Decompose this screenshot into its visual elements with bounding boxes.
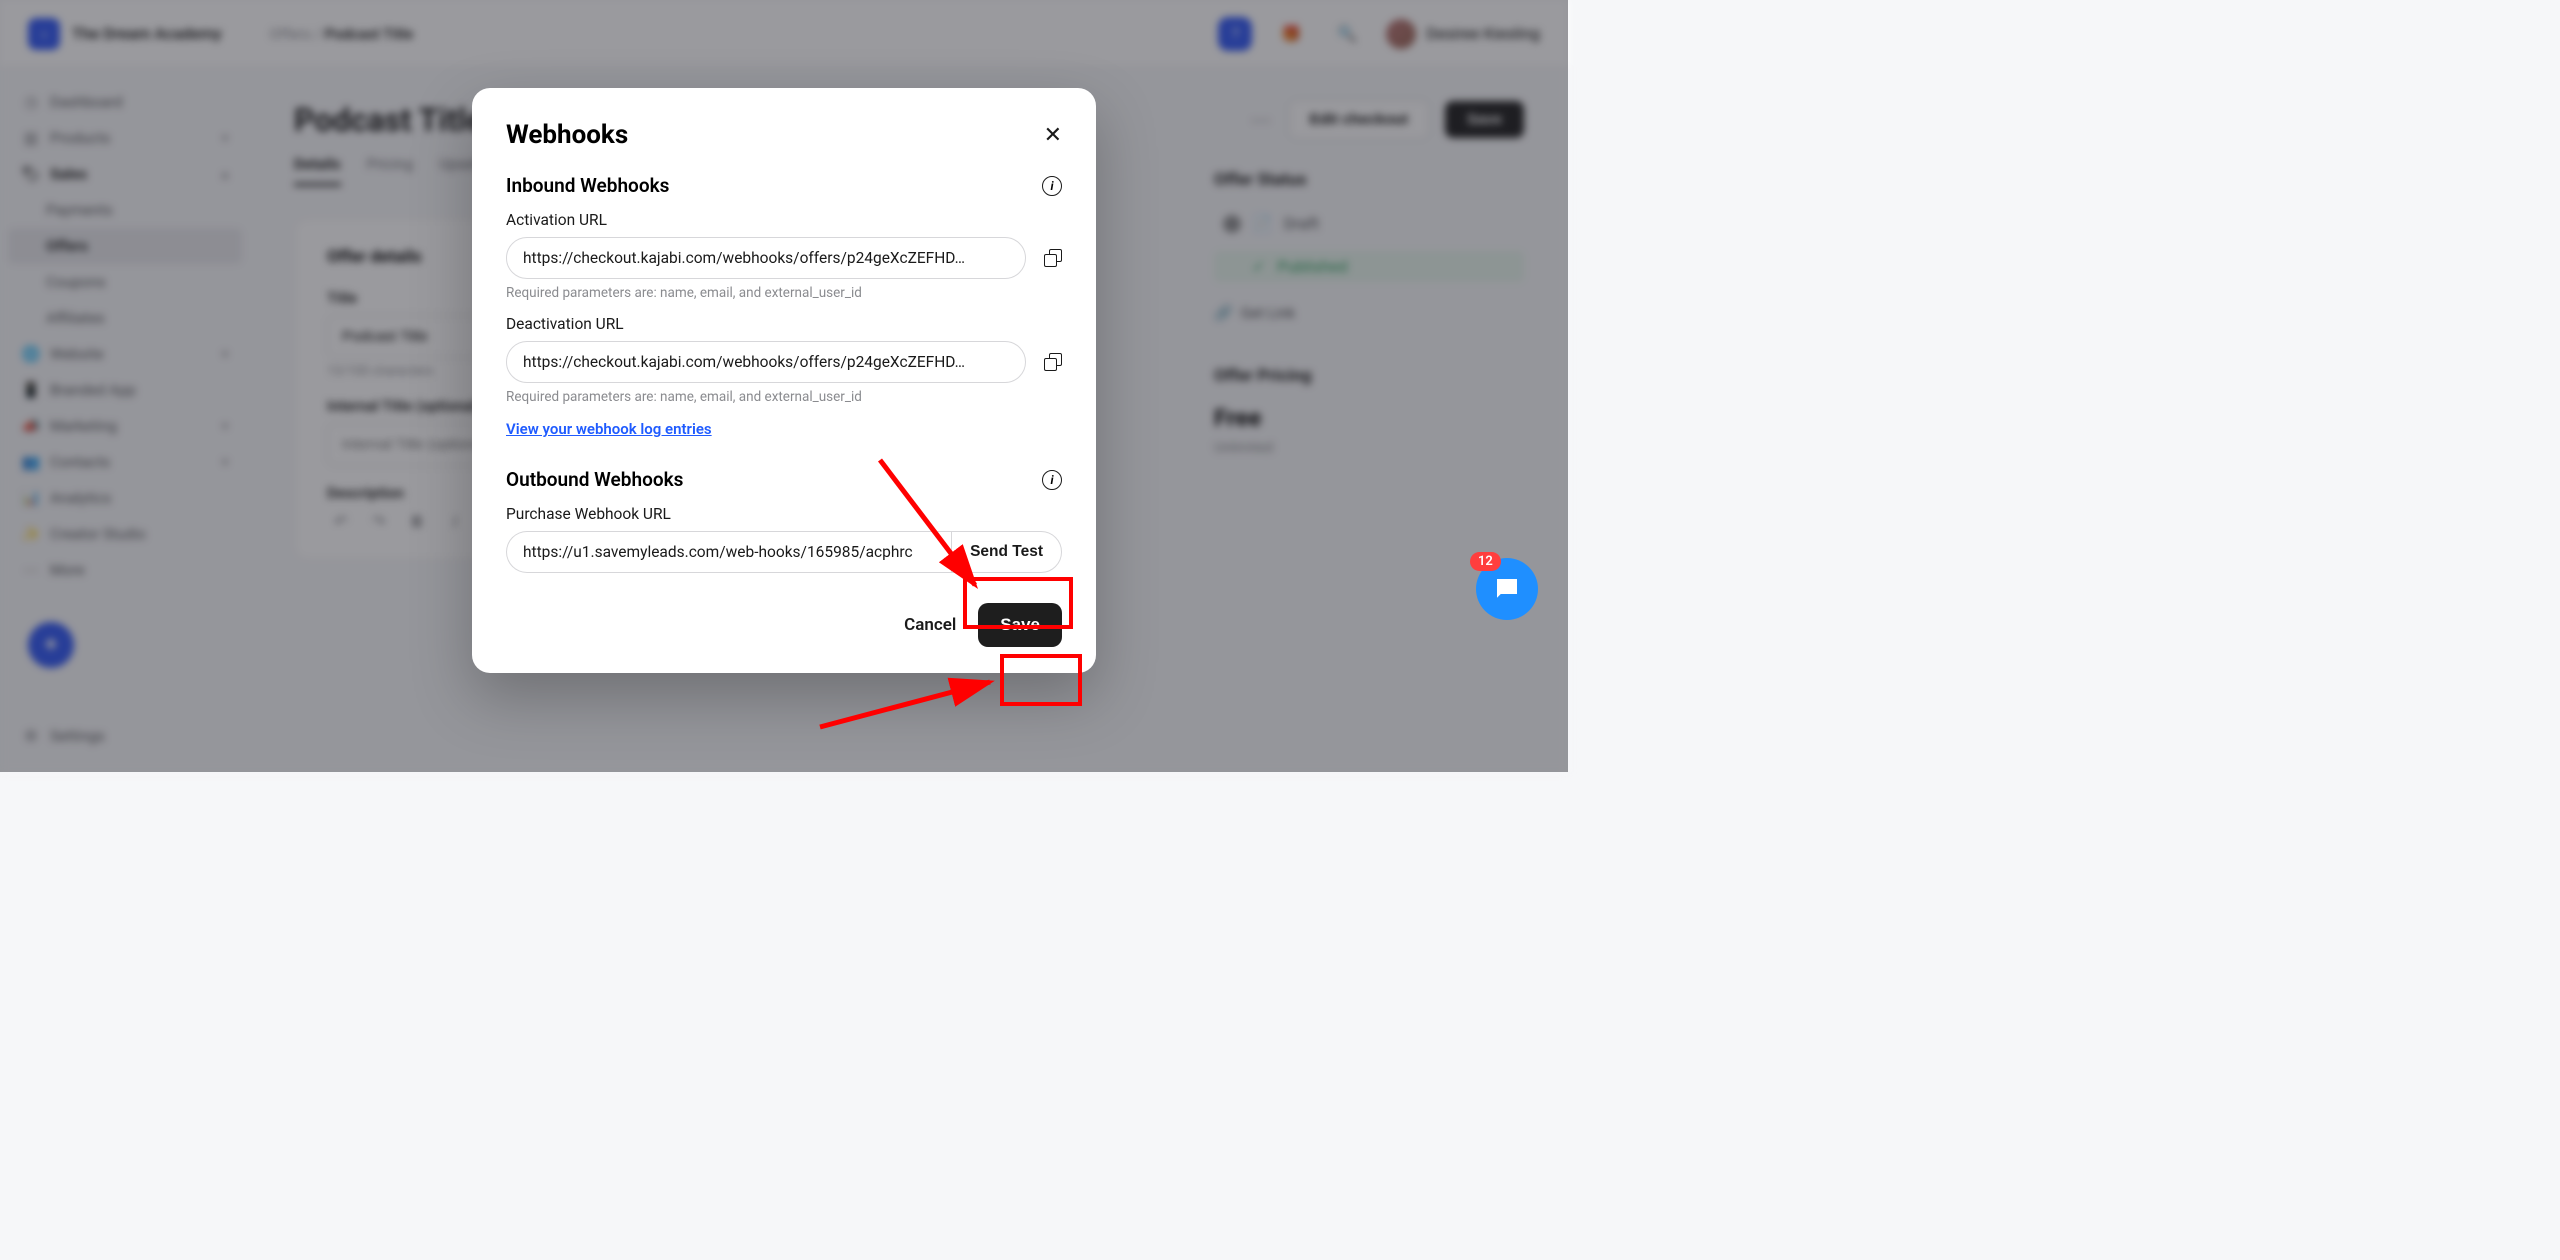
- chat-badge: 12: [1470, 552, 1501, 571]
- purchase-url-input[interactable]: https://u1.savemyleads.com/web-hooks/165…: [506, 531, 951, 573]
- params-hint: Required parameters are: name, email, an…: [506, 285, 1062, 301]
- send-test-button[interactable]: Send Test: [951, 531, 1062, 573]
- deactivation-url-field[interactable]: https://checkout.kajabi.com/webhooks/off…: [506, 341, 1026, 383]
- params-hint-2: Required parameters are: name, email, an…: [506, 389, 1062, 405]
- activation-url-field[interactable]: https://checkout.kajabi.com/webhooks/off…: [506, 237, 1026, 279]
- save-button[interactable]: Save: [978, 603, 1062, 647]
- outbound-heading: Outbound Webhooks: [506, 468, 683, 491]
- purchase-label: Purchase Webhook URL: [506, 505, 1062, 523]
- webhooks-modal: Webhooks ✕ Inbound Webhooks i Activation…: [472, 88, 1096, 673]
- close-icon[interactable]: ✕: [1044, 123, 1062, 148]
- info-icon[interactable]: i: [1042, 176, 1062, 196]
- cancel-button[interactable]: Cancel: [904, 615, 956, 635]
- chat-fab[interactable]: 12: [1476, 558, 1538, 620]
- modal-title: Webhooks: [506, 120, 628, 150]
- info-icon[interactable]: i: [1042, 470, 1062, 490]
- copy-icon[interactable]: [1044, 249, 1062, 267]
- copy-icon[interactable]: [1044, 353, 1062, 371]
- chat-icon: [1492, 574, 1522, 604]
- activation-label: Activation URL: [506, 211, 1062, 229]
- log-link[interactable]: View your webhook log entries: [506, 420, 712, 438]
- deactivation-label: Deactivation URL: [506, 315, 1062, 333]
- inbound-heading: Inbound Webhooks: [506, 174, 669, 197]
- purchase-webhook-row: https://u1.savemyleads.com/web-hooks/165…: [506, 531, 1062, 573]
